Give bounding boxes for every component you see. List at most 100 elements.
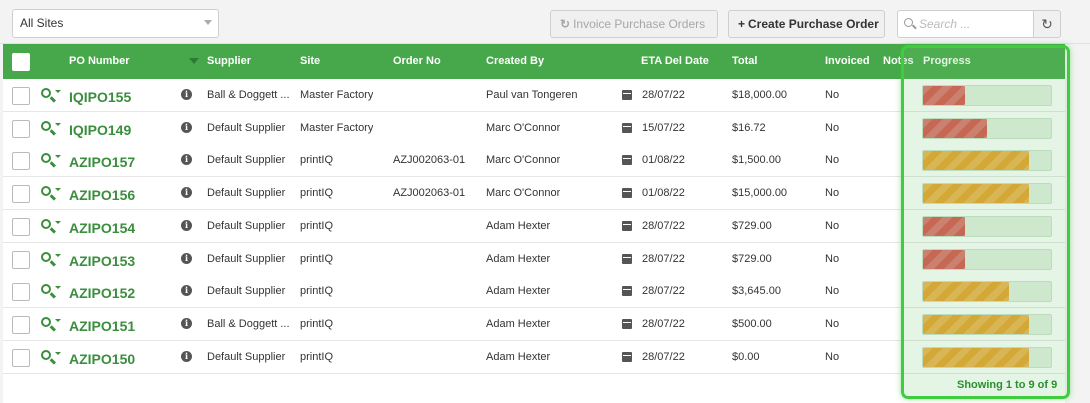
invoiced-cell: No [825, 187, 840, 200]
table-row[interactable]: AZIPO157 i Default Supplier printIQ AZJ00206… [3, 144, 1065, 180]
invoiced-cell: No [825, 89, 840, 101]
create-purchase-order-button[interactable]: + Create Purchase Order [728, 10, 885, 38]
supplier-cell: Default Supplier [207, 219, 286, 232]
view-menu-icon[interactable] [41, 284, 61, 300]
col-supplier[interactable]: Supplier [207, 44, 251, 78]
table-row[interactable]: IQIPO149 i Default Supplier Master Factory M… [3, 111, 1065, 148]
site-select[interactable]: All Sites [12, 9, 219, 38]
row-checkbox[interactable] [12, 119, 30, 138]
total-cell: $729.00 [732, 252, 772, 265]
refresh-button[interactable]: ↻ [1033, 10, 1061, 38]
eta-cell: 01/08/22 [642, 154, 685, 167]
site-cell: printIQ [300, 252, 334, 265]
progress-bar [922, 346, 1052, 368]
search-input[interactable]: Search ... [897, 10, 1034, 38]
info-icon[interactable]: i [181, 154, 192, 166]
col-invoiced[interactable]: Invoiced [825, 44, 870, 78]
invoiced-cell: No [825, 252, 840, 265]
row-checkbox[interactable] [12, 315, 30, 334]
table-row[interactable]: AZIPO151 i Ball & Doggett ... printIQ Adam H… [3, 307, 1065, 344]
table-row[interactable]: IQIPO155 i Ball & Doggett ... Master Factor… [3, 79, 1065, 112]
toolbar: All Sites ↻ Invoice Purchase Orders + Crea… [0, 0, 1090, 44]
site-cell: printIQ [300, 154, 334, 167]
row-checkbox[interactable] [12, 87, 30, 105]
site-cell: printIQ [300, 219, 334, 232]
view-menu-icon[interactable] [41, 349, 61, 366]
view-menu-icon[interactable] [41, 251, 61, 268]
progress-bar [922, 117, 1052, 139]
progress-fill [923, 184, 1030, 204]
info-icon[interactable]: i [181, 350, 192, 362]
col-created-by[interactable]: Created By [486, 44, 544, 78]
row-checkbox[interactable] [12, 217, 30, 236]
po-number-link[interactable]: AZIPO153 [69, 243, 135, 279]
po-number-link[interactable]: IQIPO155 [69, 79, 131, 115]
table-row[interactable]: AZIPO154 i Default Supplier printIQ Adam Hex… [3, 209, 1065, 246]
po-number-link[interactable]: AZIPO151 [69, 308, 135, 344]
po-number-link[interactable]: AZIPO150 [69, 341, 135, 377]
site-cell: printIQ [300, 350, 334, 363]
po-number-link[interactable]: IQIPO149 [69, 112, 131, 148]
info-icon[interactable]: i [181, 252, 192, 264]
view-menu-icon[interactable] [41, 88, 61, 104]
order-no-cell: AZJ002063-01 [393, 154, 466, 167]
select-all-checkbox[interactable] [12, 53, 30, 71]
invoiced-cell: No [825, 350, 840, 363]
table-row[interactable]: AZIPO152 i Default Supplier printIQ Adam Hex… [3, 275, 1065, 311]
row-checkbox[interactable] [12, 250, 30, 269]
showing-count: Showing 1 to 9 of 9 [957, 379, 1058, 391]
supplier-cell: Default Supplier [207, 154, 286, 167]
eta-cell: 28/07/22 [642, 350, 685, 363]
calendar-icon [622, 155, 632, 166]
po-number-link[interactable]: AZIPO156 [69, 177, 135, 213]
total-cell: $500.00 [732, 317, 772, 330]
progress-bar [922, 215, 1052, 237]
refresh-icon: ↻ [560, 17, 571, 31]
info-icon[interactable]: i [181, 317, 192, 329]
site-select-value: All Sites [20, 16, 64, 30]
row-checkbox[interactable] [12, 185, 30, 204]
sort-desc-icon[interactable] [189, 58, 199, 64]
invoice-purchase-orders-button[interactable]: ↻ Invoice Purchase Orders [550, 10, 718, 38]
table-row[interactable]: AZIPO156 i Default Supplier printIQ AZJ00206… [3, 177, 1065, 213]
view-menu-icon[interactable] [41, 153, 61, 169]
po-number-link[interactable]: AZIPO154 [69, 210, 135, 246]
site-cell: Master Factory [300, 89, 374, 101]
info-icon[interactable]: i [181, 121, 192, 133]
total-cell: $0.00 [732, 350, 760, 363]
progress-fill [923, 118, 987, 138]
view-menu-icon[interactable] [41, 218, 61, 235]
view-menu-icon[interactable] [41, 316, 61, 333]
progress-fill [923, 282, 1009, 302]
table-row[interactable]: AZIPO150 i Default Supplier printIQ Adam Hex… [3, 340, 1065, 377]
calendar-icon [622, 286, 632, 297]
search-icon [904, 18, 913, 27]
info-icon[interactable]: i [181, 285, 192, 297]
col-progress[interactable]: Progress [923, 44, 971, 78]
created-by-cell: Adam Hexter [486, 285, 551, 298]
invoiced-cell: No [825, 317, 840, 330]
total-cell: $729.00 [732, 219, 772, 232]
created-by-cell: Marc O'Connor [486, 154, 561, 167]
col-po-number[interactable]: PO Number [69, 44, 130, 78]
row-checkbox[interactable] [12, 283, 30, 302]
progress-fill [923, 347, 1030, 367]
po-number-link[interactable]: AZIPO152 [69, 275, 135, 311]
info-icon[interactable]: i [181, 219, 192, 231]
col-site[interactable]: Site [300, 44, 320, 78]
col-eta-del-date[interactable]: ETA Del Date [641, 44, 709, 78]
col-notes[interactable]: Notes [883, 44, 914, 78]
po-number-link[interactable]: AZIPO157 [69, 144, 135, 180]
eta-cell: 01/08/22 [642, 187, 685, 200]
row-checkbox[interactable] [12, 348, 30, 367]
col-total[interactable]: Total [732, 44, 757, 78]
view-menu-icon[interactable] [41, 186, 61, 202]
info-icon[interactable]: i [181, 187, 192, 199]
info-icon[interactable]: i [181, 89, 192, 100]
view-menu-icon[interactable] [41, 120, 61, 137]
table-row[interactable]: AZIPO153 i Default Supplier printIQ Adam Hex… [3, 242, 1065, 279]
supplier-cell: Default Supplier [207, 252, 286, 265]
row-checkbox[interactable] [12, 152, 30, 171]
col-order-no[interactable]: Order No [393, 44, 441, 78]
progress-bar [922, 85, 1052, 106]
